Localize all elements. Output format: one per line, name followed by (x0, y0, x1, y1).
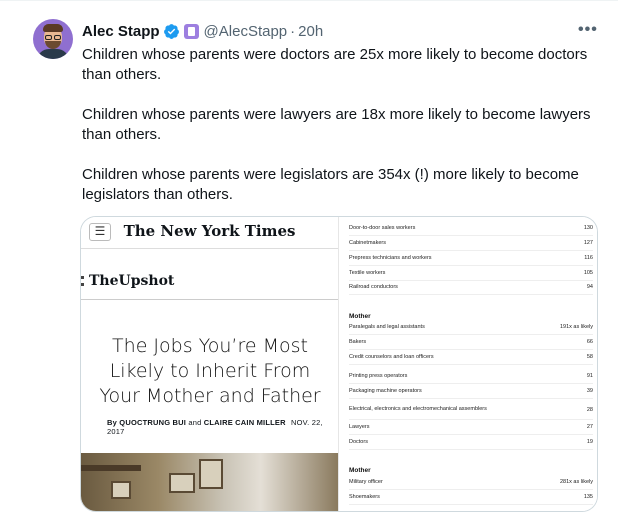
avatar-glasses-right (54, 35, 61, 40)
table-section-title: Mother (349, 467, 371, 474)
table-row: Military officer 281x as likely (349, 475, 593, 490)
upshot-dots-icon (81, 276, 84, 286)
tweet[interactable]: Alec Stapp @AlecStapp · 20h ••• Children… (0, 0, 618, 513)
tweet-header: Alec Stapp @AlecStapp · 20h (82, 21, 323, 41)
avatar-glasses-left (45, 35, 52, 40)
table-row: Bakers 66 (349, 335, 593, 350)
tweet-text: Children whose parents were doctors are … (82, 45, 602, 225)
table-row: Credit counselors and loan officers 58 (349, 350, 593, 365)
occupation-table: Door-to-door sales workers 130 Cabinetmak… (338, 217, 597, 511)
photo-frame (169, 473, 195, 493)
verified-badge-icon (163, 23, 179, 39)
photo-shelf (81, 465, 141, 471)
table-row: Paralegals and legal assistants 191x as l… (349, 320, 593, 335)
table-row: Shoemakers 135 (349, 490, 593, 505)
upshot-section-label: TheUpshot (89, 273, 175, 289)
author-name[interactable]: Alec Stapp (82, 23, 160, 40)
table-row: Packaging machine operators 39 (349, 384, 593, 399)
tweet-time[interactable]: 20h (298, 23, 323, 40)
tweet-paragraph: Children whose parents were lawyers are … (82, 106, 591, 143)
byline-and: and (188, 418, 202, 427)
article-headline: The Jobs You’re Most Likely to Inherit F… (99, 335, 321, 407)
article-screenshot: ☰ The New York Times TheUpshot The Jobs … (81, 217, 338, 511)
table-row: Textile workers 105 (349, 266, 593, 281)
more-options-icon[interactable]: ••• (578, 21, 598, 39)
avatar[interactable] (33, 19, 73, 59)
table-row: Electrical, electronics and electromecha… (349, 400, 593, 420)
tweet-media[interactable]: ☰ The New York Times TheUpshot The Jobs … (80, 216, 598, 512)
avatar-shirt (37, 49, 69, 59)
article-photo (81, 453, 338, 511)
byline-prefix: By (107, 418, 117, 427)
table-row: Lawyers 27 (349, 420, 593, 435)
photo-frame (111, 481, 131, 499)
tweet-paragraph: Children whose parents were doctors are … (82, 46, 588, 83)
article-byline: By QUOCTRUNG BUI and CLAIRE CAIN MILLER … (107, 418, 338, 436)
table-row: Prepress technicians and workers 116 (349, 251, 593, 266)
table-section-title: Mother (349, 313, 371, 320)
divider (81, 299, 338, 300)
divider (81, 248, 338, 249)
byline-author: QUOCTRUNG BUI (119, 418, 187, 427)
affiliate-badge-icon (183, 23, 199, 39)
avatar-hair (43, 24, 63, 32)
author-handle[interactable]: @AlecStapp (204, 23, 288, 40)
photo-frame (199, 459, 223, 489)
meta-separator: · (290, 22, 296, 40)
tweet-paragraph: Children whose parents were legislators … (82, 166, 579, 203)
table-row: Cabinetmakers 127 (349, 236, 593, 251)
table-row: Doctors 19 (349, 435, 593, 450)
table-row: Printing press operators 91 (349, 369, 593, 384)
table-row: Railroad conductors 94 (349, 280, 593, 295)
byline-author: CLAIRE CAIN MILLER (203, 418, 286, 427)
table-row: Door-to-door sales workers 130 (349, 221, 593, 236)
nyt-masthead: The New York Times (123, 222, 296, 240)
avatar-beard (45, 41, 61, 49)
